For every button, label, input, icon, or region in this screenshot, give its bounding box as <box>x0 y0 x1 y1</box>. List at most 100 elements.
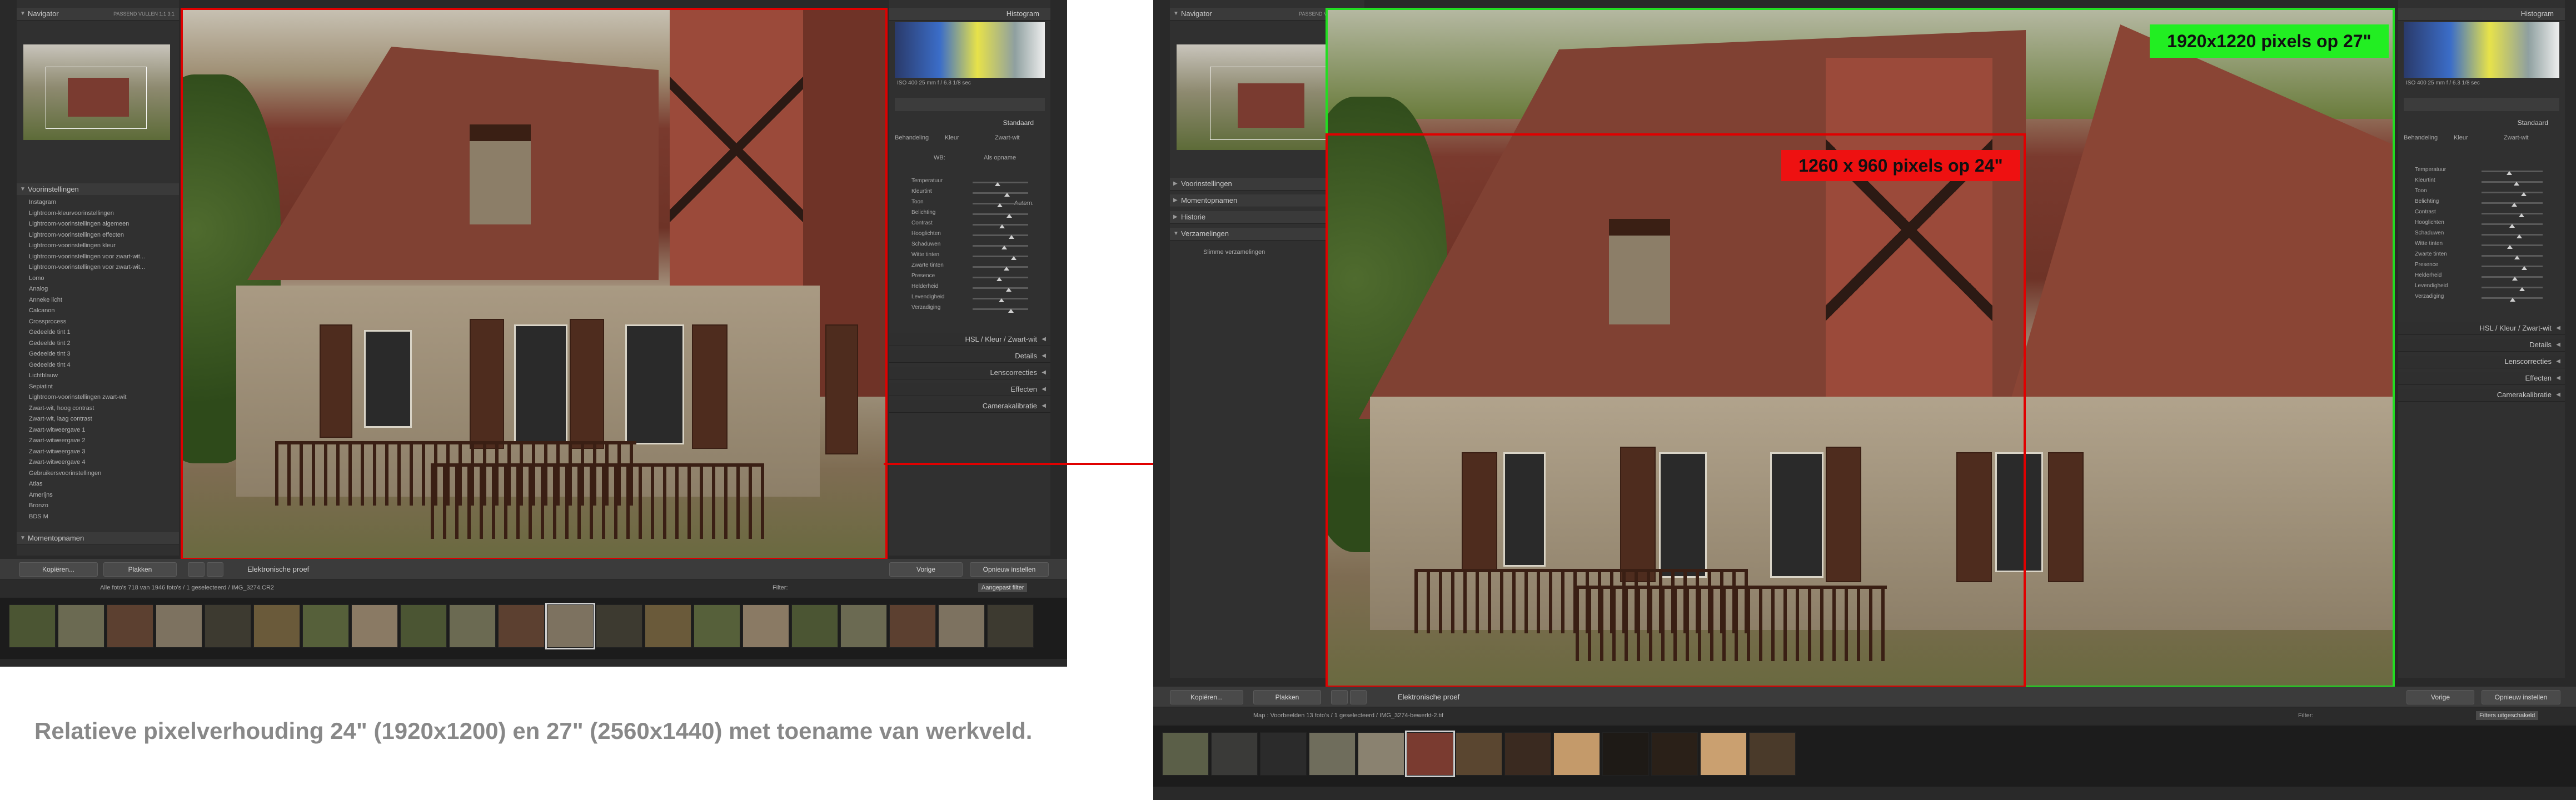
slider-knob[interactable] <box>2509 224 2515 228</box>
preset-tree-item[interactable]: Lomo <box>29 275 44 282</box>
preset-tree-item[interactable]: Bronzo <box>29 502 48 509</box>
slider-track[interactable] <box>973 245 1028 247</box>
slider-knob[interactable] <box>1004 193 1010 197</box>
panel-section-header[interactable]: Lenscorrecties ◀ <box>889 367 1050 379</box>
slider-track[interactable] <box>2482 266 2543 267</box>
preset-tree-item[interactable]: Instagram <box>29 199 56 206</box>
slider-knob[interactable] <box>999 224 1005 228</box>
histogram-header[interactable]: Histogram <box>889 8 1050 21</box>
slider-knob[interactable] <box>2510 298 2515 302</box>
slider-knob[interactable] <box>1009 235 1014 239</box>
preset-tree-item[interactable]: Lightroom-voorinstellingen voor zwart-wi… <box>29 264 145 271</box>
preset-tree-item[interactable]: Lightroom-voorinstellingen kleur <box>29 242 116 249</box>
collection-item[interactable]: Slimme verzamelingen <box>1203 249 1265 256</box>
preset-tree-item[interactable]: Lichtblauw <box>29 372 58 379</box>
preset-tree-item[interactable]: Anneke licht <box>29 297 62 303</box>
preset-tree-item[interactable]: Zwart-wit, laag contrast <box>29 416 92 422</box>
panel-section-header[interactable]: Lenscorrecties ◀ <box>2398 356 2565 368</box>
preset-tree-item[interactable]: Zwart-wit, hoog contrast <box>29 405 94 412</box>
panel-section-header[interactable]: Details ◀ <box>889 350 1050 363</box>
slider-track[interactable] <box>973 213 1028 215</box>
tool-strip[interactable] <box>2404 98 2559 111</box>
slider-knob[interactable] <box>997 203 1003 207</box>
slider-knob[interactable] <box>2519 287 2525 291</box>
preset-tree-item[interactable]: Gedeelde tint 2 <box>29 340 71 347</box>
snapshots-header[interactable]: ▼ Momentopnamen <box>17 532 179 545</box>
filmstrip-thumbnail[interactable] <box>1504 732 1551 776</box>
histogram-graph[interactable] <box>2404 22 2559 78</box>
navigator-header[interactable]: ▼ Navigator PASSEND VULLEN 1:1 3:1 <box>17 8 179 21</box>
slider-track[interactable] <box>2482 234 2543 236</box>
filmstrip-thumbnail[interactable] <box>400 604 447 648</box>
preset-tree-item[interactable]: Calcanon <box>29 307 54 314</box>
filmstrip-thumbnail[interactable] <box>1553 732 1600 776</box>
softproof-label[interactable]: Elektronische proef <box>1398 693 1459 701</box>
filmstrip-thumbnail[interactable] <box>107 604 153 648</box>
filmstrip-thumbnail[interactable] <box>596 604 642 648</box>
filmstrip-thumbnail[interactable] <box>9 604 56 648</box>
slider-knob[interactable] <box>1007 214 1012 218</box>
slider-knob[interactable] <box>999 298 1004 302</box>
preset-tree-item[interactable]: Gebruikersvoorinstellingen <box>29 470 101 477</box>
histogram-graph[interactable] <box>895 22 1045 78</box>
filmstrip-thumbnail[interactable] <box>1211 732 1258 776</box>
before-after-toggle[interactable] <box>1350 690 1367 704</box>
panel-section-header[interactable]: Effecten ◀ <box>2398 372 2565 385</box>
preset-tree-item[interactable]: Lightroom-voorinstellingen effecten <box>29 232 124 238</box>
basic-tab[interactable]: Kleur <box>945 134 959 141</box>
navigator-view-rect[interactable] <box>46 67 147 129</box>
preset-tree-item[interactable]: Gedeelde tint 1 <box>29 329 71 336</box>
slider-knob[interactable] <box>1006 288 1012 292</box>
slider-track[interactable] <box>973 256 1028 257</box>
preset-tree-item[interactable]: Analog <box>29 286 48 292</box>
slider-track[interactable] <box>2482 255 2543 257</box>
preset-tree-item[interactable]: Lightroom-kleurvoorinstellingen <box>29 210 114 217</box>
filmstrip-thumbnail[interactable] <box>645 604 691 648</box>
filter-value[interactable]: Filters uitgeschakeld <box>2476 711 2539 720</box>
tool-strip[interactable] <box>895 98 1045 111</box>
preset-tree-item[interactable]: Sepiatint <box>29 383 53 390</box>
previous-button[interactable]: Vorige <box>889 562 963 577</box>
softproof-label[interactable]: Elektronische proef <box>247 565 309 573</box>
slider-track[interactable] <box>973 192 1028 194</box>
slider-knob[interactable] <box>1001 246 1007 249</box>
slider-track[interactable] <box>2482 213 2543 214</box>
filmstrip-thumbnail[interactable] <box>743 604 789 648</box>
preset-tree-item[interactable]: Gedeelde tint 4 <box>29 362 71 368</box>
filmstrip-thumbnail[interactable] <box>938 604 985 648</box>
filmstrip-thumbnail[interactable] <box>694 604 740 648</box>
slider-knob[interactable] <box>1008 309 1014 313</box>
reset-button[interactable]: Opnieuw instellen <box>970 562 1049 577</box>
wb-value[interactable]: Als opname <box>984 154 1016 161</box>
filmstrip-thumbnail[interactable] <box>205 604 251 648</box>
filmstrip-thumbnail[interactable] <box>58 604 104 648</box>
copy-button[interactable]: Kopiëren... <box>19 562 98 577</box>
filmstrip-thumbnail[interactable] <box>1651 732 1698 776</box>
slider-track[interactable] <box>973 266 1028 268</box>
preset-tree-item[interactable]: Zwart-witweergave 2 <box>29 437 85 444</box>
slider-knob[interactable] <box>2514 182 2519 186</box>
preset-tree-item[interactable]: Amerijns <box>29 492 53 498</box>
slider-track[interactable] <box>973 182 1028 183</box>
slider-knob[interactable] <box>2507 171 2512 175</box>
panel-section-header[interactable]: HSL / Kleur / Zwart-wit ◀ <box>889 333 1050 346</box>
panel-section-header[interactable]: Effecten ◀ <box>889 383 1050 396</box>
navigator-zoom[interactable]: PASSEND VULLEN 1:1 3:1 <box>113 8 175 20</box>
standard-label[interactable]: Standaard <box>1003 119 1034 127</box>
slider-knob[interactable] <box>2512 277 2518 281</box>
filmstrip-thumbnail[interactable] <box>1749 732 1796 776</box>
slider-knob[interactable] <box>996 277 1002 281</box>
filmstrip-thumbnail[interactable] <box>791 604 838 648</box>
filmstrip-thumbnail[interactable] <box>1456 732 1502 776</box>
slider-track[interactable] <box>2482 181 2543 183</box>
filter-value[interactable]: Aangepast filter <box>978 583 1028 592</box>
slider-knob[interactable] <box>1004 267 1009 271</box>
basic-tab[interactable]: Behandeling <box>2404 134 2438 141</box>
previous-button[interactable]: Vorige <box>2406 690 2474 704</box>
slider-knob[interactable] <box>2519 213 2524 217</box>
preset-tree-item[interactable]: Zwart-witweergave 1 <box>29 427 85 433</box>
slider-track[interactable] <box>973 287 1028 289</box>
slider-track[interactable] <box>2482 192 2543 193</box>
slider-knob[interactable] <box>2507 245 2513 249</box>
panel-section-header[interactable]: Camerakalibratie ◀ <box>889 400 1050 413</box>
